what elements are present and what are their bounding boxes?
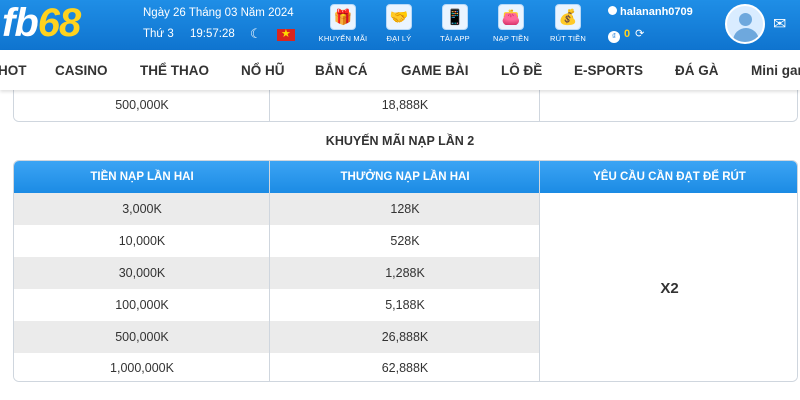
coin-icon: ₫ <box>608 31 620 43</box>
table-row: 500,000K 18,888K <box>14 90 797 121</box>
deposit-cell: 500,000K <box>115 98 169 112</box>
menu-item-lottery[interactable]: LÔ ĐỀ <box>501 63 542 78</box>
menu-item-casino[interactable]: CASINO <box>55 63 108 78</box>
nav-download-app[interactable]: 📱 TẢI APP <box>425 4 485 43</box>
bonus-cell: 18,888K <box>381 98 429 112</box>
refresh-icon[interactable]: ⟳ <box>635 28 644 40</box>
deposit-cell: 30,000K <box>118 266 166 280</box>
nav-agency-label: ĐẠI LÝ <box>386 34 412 43</box>
table-row: 1,000,000K 62,888K <box>14 353 539 381</box>
table-row: 100,000K 5,188K <box>14 289 539 321</box>
nav-promotions[interactable]: 🎁 KHUYẾN MÃI <box>313 4 373 43</box>
wallet-icon: 👛 <box>498 4 524 30</box>
table-row: 500,000K 26,888K <box>14 321 539 353</box>
clock: 19:57:28 <box>190 28 235 40</box>
deposit-cell: 100,000K <box>115 298 169 312</box>
nav-withdraw-label: RÚT TIỀN <box>550 34 586 43</box>
avatar-head <box>739 13 752 26</box>
top-header: fb68 Ngày 26 Tháng 03 Năm 2024 Thứ 3 19:… <box>0 0 800 50</box>
menu-item-slots[interactable]: NỔ HŨ <box>241 63 285 78</box>
menu-item-fishing[interactable]: BẮN CÁ <box>315 63 368 78</box>
avatar[interactable] <box>725 4 765 44</box>
nav-download-app-label: TẢI APP <box>440 34 470 43</box>
weekday: Thứ 3 <box>143 28 174 40</box>
logo-fb: fb <box>2 1 39 45</box>
menu-item-cockfight[interactable]: ĐÁ GÀ <box>675 63 719 78</box>
phone-download-icon: 📱 <box>442 4 468 30</box>
column-divider <box>539 161 540 381</box>
deposit-cell: 3,000K <box>122 202 162 216</box>
deposit-cell: 1,000,000K <box>110 361 174 375</box>
avatar-body <box>733 28 759 42</box>
balance: ₫ 0 ⟳ <box>608 27 644 43</box>
main-menu: HOT CASINO THỂ THAO NỔ HŨ BẮN CÁ GAME BÀ… <box>0 50 800 90</box>
table-row: 10,000K 528K <box>14 225 539 257</box>
nav-agency[interactable]: 🤝 ĐẠI LÝ <box>369 4 429 43</box>
bonus-cell: 26,888K <box>381 330 429 344</box>
requirement-cell: X2 <box>540 193 797 381</box>
nav-withdraw[interactable]: 💰 RÚT TIỀN <box>538 4 598 43</box>
second-deposit-table: TIỀN NẠP LẦN HAI THƯỞNG NẠP LẦN HAI YÊU … <box>13 160 798 382</box>
table-row: 3,000K 128K <box>14 193 539 225</box>
menu-item-sports[interactable]: THỂ THAO <box>140 63 209 78</box>
username: halananh0709 <box>620 6 693 18</box>
dark-mode-moon-icon[interactable]: ☾ <box>250 26 262 42</box>
nav-promotions-label: KHUYẾN MÃI <box>318 34 368 43</box>
handshake-icon: 🤝 <box>386 4 412 30</box>
nav-deposit[interactable]: 👛 NẠP TIỀN <box>481 4 541 43</box>
bonus-cell: 62,888K <box>381 361 429 375</box>
money-bag-icon: 💰 <box>555 4 581 30</box>
gift-icon: 🎁 <box>330 4 356 30</box>
balance-value: 0 <box>624 28 631 40</box>
bonus-cell: 128K <box>390 202 420 216</box>
user-info[interactable]: halananh0709 <box>608 6 693 18</box>
column-divider <box>269 161 270 381</box>
bonus-cell: 1,288K <box>385 266 425 280</box>
header-deposit: TIỀN NẠP LẦN HAI <box>90 171 194 183</box>
deposit-cell: 500,000K <box>115 330 169 344</box>
menu-item-hot[interactable]: HOT <box>0 63 27 78</box>
bonus-cell: 5,188K <box>385 298 425 312</box>
bonus-cell: 528K <box>390 234 420 248</box>
table-header: TIỀN NẠP LẦN HAI THƯỞNG NẠP LẦN HAI YÊU … <box>14 161 797 193</box>
menu-item-mini-game[interactable]: Mini game <box>751 63 800 78</box>
header-requirement: YÊU CẦU CẦN ĐẠT ĐỂ RÚT <box>593 171 746 183</box>
mail-icon[interactable]: ✉ <box>773 14 786 34</box>
nav-deposit-label: NẠP TIỀN <box>493 34 529 43</box>
user-icon <box>608 6 617 15</box>
site-logo[interactable]: fb68 <box>2 1 81 45</box>
menu-item-card-games[interactable]: GAME BÀI <box>401 63 469 78</box>
current-date: Ngày 26 Tháng 03 Năm 2024 <box>143 7 294 19</box>
logo-68: 68 <box>37 1 81 45</box>
deposit-cell: 10,000K <box>118 234 166 248</box>
menu-item-esports[interactable]: E-SPORTS <box>574 63 643 78</box>
section-title: KHUYẾN MÃI NẠP LẦN 2 <box>325 134 475 148</box>
table-row: 30,000K 1,288K <box>14 257 539 289</box>
header-bonus: THƯỞNG NẠP LẦN HAI <box>340 171 470 183</box>
vietnam-flag-icon[interactable]: ★ <box>277 28 295 41</box>
